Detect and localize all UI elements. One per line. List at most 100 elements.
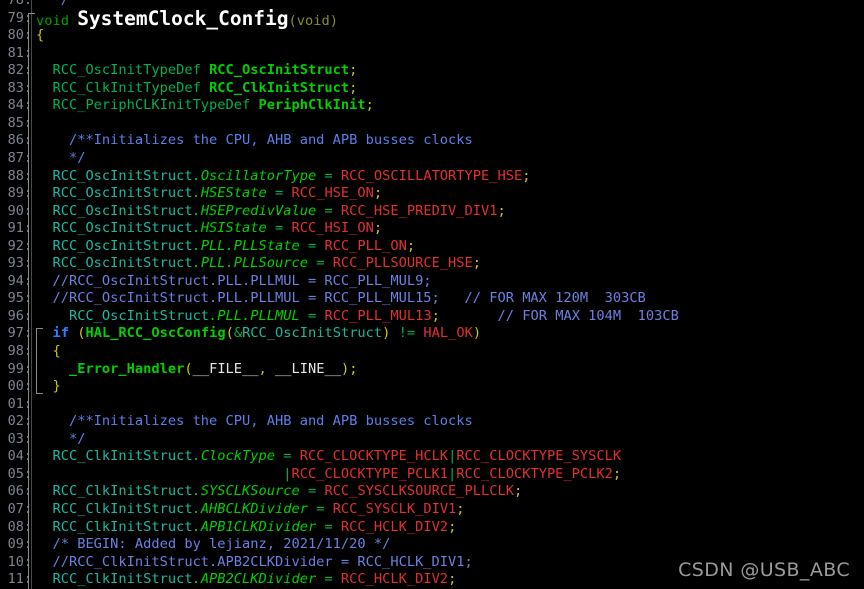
line-number[interactable]: 99: [0,361,32,379]
line-number[interactable]: 89: [0,185,32,203]
code-line[interactable]: RCC_OscInitStruct.PLL.PLLSource = RCC_PL… [36,255,481,273]
code-line[interactable]: } [36,378,61,396]
csdn-watermark: CSDN @USB_ABC [678,559,850,581]
code-line[interactable]: RCC_OscInitStruct.HSEPredivValue = RCC_H… [36,202,506,221]
code-token: RCC_OSCILLATORTYPE_HSE [340,167,523,184]
line-number-gutter[interactable]: 78: 79: 80: 81: 82: 83: 84: 85: 86: 87: 88: 89: 90: 9… [0,0,32,589]
code-line[interactable]: RCC_OscInitStruct.PLL.PLLMUL = RCC_PLL_M… [36,308,679,326]
line-number[interactable]: 94: [0,273,32,291]
code-line[interactable]: void SystemClock_Config(void) [36,8,338,29]
code-line[interactable]: RCC_OscInitStruct.HSEState = RCC_HSE_ON; [36,185,382,203]
line-number[interactable]: 80: [0,27,32,45]
code-token: RCC_CLOCKTYPE_HCLK [299,448,449,465]
code-line[interactable]: RCC_OscInitTypeDef RCC_OscInitStruct; [36,62,357,80]
code-line[interactable]: { [36,343,61,361]
line-number[interactable]: 04: [0,448,32,466]
code-token: = [307,500,333,517]
line-number[interactable]: 85: [0,115,32,133]
code-line[interactable]: /**Initializes the CPU, AHB and APB buss… [36,132,473,150]
code-token: , [258,360,276,377]
code-token: .ClockType [192,448,275,465]
line-number[interactable]: 00: [0,378,32,396]
code-token: .APB2CLKDivider [192,571,317,588]
code-token: ; [431,307,440,324]
line-number[interactable]: 08: [0,519,32,537]
line-number[interactable]: 86: [0,132,32,150]
code-token: { [36,27,45,44]
line-number[interactable]: 93: [0,255,32,273]
line-number[interactable]: 88: [0,168,32,186]
line-number[interactable]: 02: [0,413,32,431]
code-line[interactable]: _Error_Handler(__FILE__, __LINE__); [36,361,357,379]
code-line[interactable]: RCC_PeriphCLKInitTypeDef PeriphClkInit; [36,97,373,115]
line-number[interactable]: 01: [0,396,32,414]
code-line[interactable]: |RCC_CLOCKTYPE_PCLK1|RCC_CLOCKTYPE_PCLK2… [36,466,621,484]
line-number[interactable]: 87: [0,150,32,168]
code-line[interactable]: //RCC_ClkInitStruct.APB2CLKDivider = RCC… [36,554,472,572]
code-line[interactable]: RCC_ClkInitStruct.ClockType = RCC_CLOCKT… [36,448,621,466]
code-line[interactable]: if (HAL_RCC_OscConfig(&RCC_OscInitStruct… [36,325,481,343]
code-line[interactable]: RCC_ClkInitStruct.APB1CLKDivider = RCC_H… [36,519,456,537]
line-number[interactable]: 84: [0,97,32,115]
code-token: RCC_HCLK_DIV2 [340,518,449,535]
code-token: /* BEGIN: Added by lejianz, 2021/11/20 *… [36,536,391,553]
code-line[interactable]: */ [36,150,86,168]
line-number[interactable]: 78: [0,0,32,10]
code-token: //RCC_OscInitStruct.PLL.PLLMUL = RCC_PLL… [36,290,646,307]
line-number[interactable]: 10: [0,554,32,572]
code-token: */ [36,0,69,8]
code-token: .OscillatorType [192,167,317,184]
code-content-area[interactable]: */void SystemClock_Config(void){ RCC_Osc… [36,0,864,589]
line-number[interactable]: 90: [0,203,32,221]
code-token: ; [373,185,383,202]
code-editor-view[interactable]: 78: 79: 80: 81: 82: 83: 84: 85: 86: 87: 88: 89: 90: 9… [0,0,864,589]
line-number[interactable]: 95: [0,290,32,308]
code-token: __LINE__ [275,360,341,377]
code-token: = [316,571,341,588]
code-line[interactable]: */ [36,0,69,10]
line-number[interactable]: 97: [0,325,32,343]
code-line[interactable]: RCC_ClkInitStruct.APB2CLKDivider = RCC_H… [36,571,456,589]
line-number[interactable]: 05: [0,466,32,484]
code-line[interactable]: { [36,27,44,45]
code-line[interactable]: RCC_ClkInitTypeDef RCC_ClkInitStruct; [36,80,357,98]
code-line[interactable]: //RCC_OscInitStruct.PLL.PLLMUL = RCC_PLL… [36,290,646,308]
line-number[interactable]: 92: [0,238,32,256]
code-line[interactable]: RCC_OscInitStruct.HSIState = RCC_HSI_ON; [36,220,382,238]
code-token: RCC_PeriphCLKInitTypeDef [36,97,259,114]
code-token: RCC_HSE_PREDIV_DIV1 [340,202,498,219]
line-number[interactable]: 96: [0,308,32,326]
code-token: = [316,202,341,219]
code-line[interactable]: */ [36,431,86,449]
code-token: { [36,343,61,359]
code-token: ; [522,167,531,184]
code-token: RCC_OscInitStruct [36,255,193,272]
line-number[interactable]: 07: [0,501,32,519]
line-number[interactable]: 03: [0,431,32,449]
line-number[interactable]: 81: [0,45,32,63]
code-token: ; [612,465,622,482]
code-token: ; [497,202,506,219]
code-token: ; [373,220,383,237]
line-number[interactable]: 91: [0,220,32,238]
code-token: /**Initializes the CPU, AHB and APB buss… [36,132,473,149]
line-number[interactable]: 79: [0,10,32,28]
line-number[interactable]: 83: [0,80,32,98]
line-number[interactable]: 11: [0,571,32,589]
line-number[interactable]: 06: [0,483,32,501]
code-line[interactable]: /**Initializes the CPU, AHB and APB buss… [36,413,473,431]
code-line[interactable]: RCC_OscInitStruct.PLL.PLLState = RCC_PLL… [36,238,415,256]
code-token: (void) [288,12,338,29]
code-token: ; [514,483,523,500]
code-token: ( [184,360,193,377]
code-line[interactable]: /* BEGIN: Added by lejianz, 2021/11/20 *… [36,536,390,554]
code-line[interactable]: RCC_OscInitStruct.OscillatorType = RCC_O… [36,168,530,186]
line-number[interactable]: 98: [0,343,32,361]
code-line[interactable]: RCC_ClkInitStruct.AHBCLKDivider = RCC_SY… [36,500,464,519]
code-line[interactable]: //RCC_OscInitStruct.PLL.PLLMUL = RCC_PLL… [36,273,431,291]
line-number[interactable]: 82: [0,62,32,80]
code-line[interactable]: RCC_ClkInitStruct.SYSCLKSource = RCC_SYS… [36,483,522,501]
code-token: } [36,378,61,395]
line-number[interactable]: 09: [0,536,32,554]
